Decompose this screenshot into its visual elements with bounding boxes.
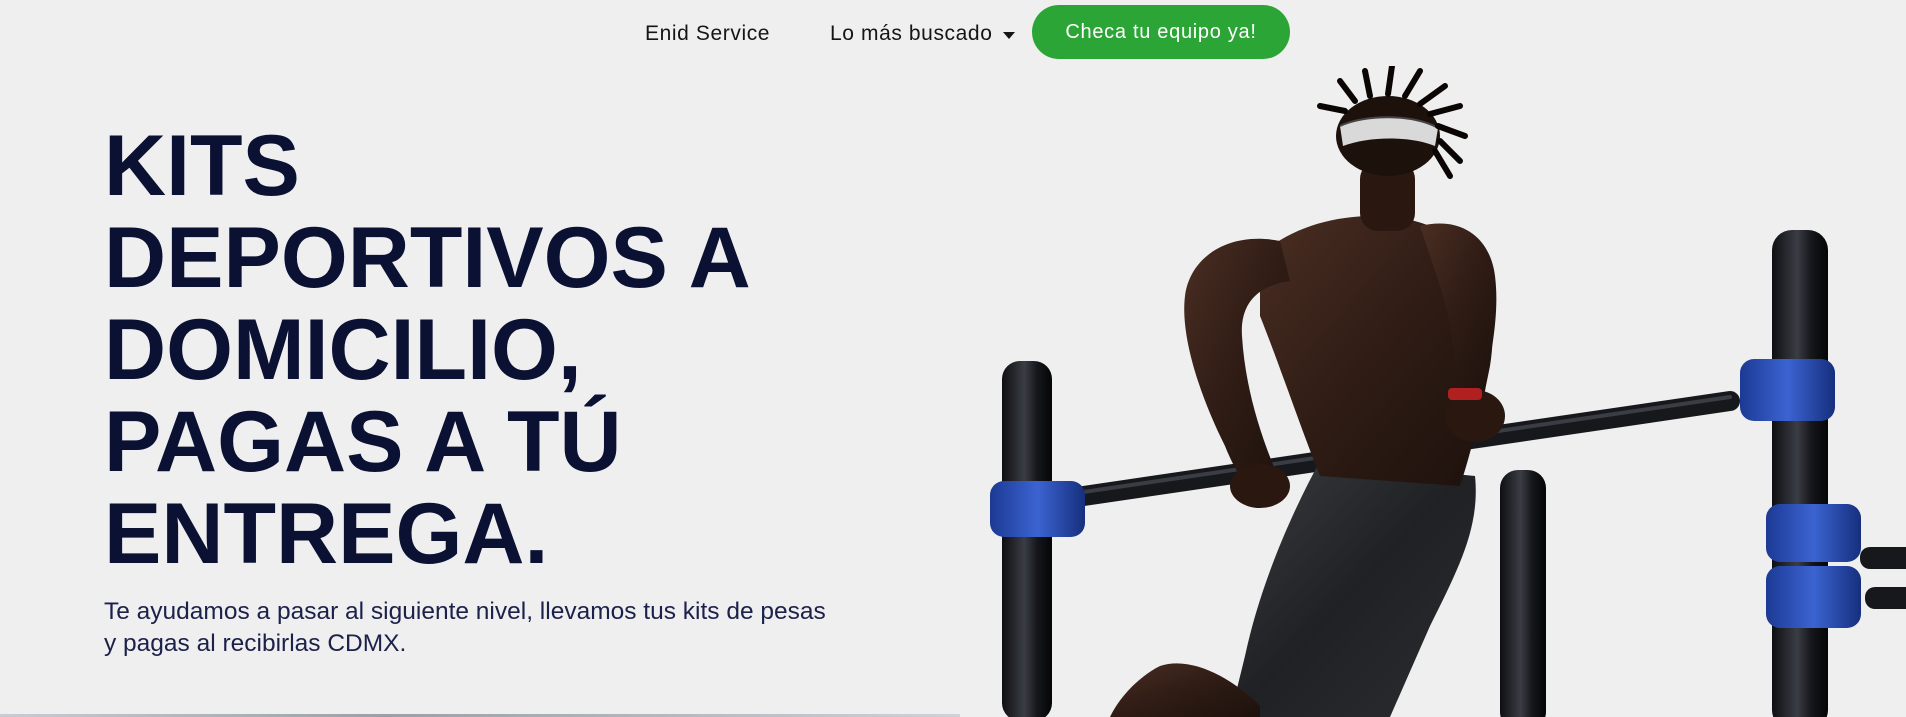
- subcopy-line: y pagas al recibirlas CDMX.: [104, 630, 407, 657]
- nav-dropdown-lo-mas-buscado[interactable]: Lo más buscado: [830, 22, 1015, 46]
- nav-link-enid-service[interactable]: Enid Service: [645, 22, 770, 46]
- headline-line: ENTREGA.: [104, 486, 549, 582]
- nav-dropdown-label: Lo más buscado: [830, 22, 993, 45]
- hero-image-athlete-dips: [960, 66, 1906, 717]
- headline-line: DEPORTIVOS A: [104, 210, 751, 306]
- top-navigation: Enid Service Lo más buscado Checa tu equ…: [0, 0, 1906, 66]
- cta-button[interactable]: Checa tu equipo ya!: [1032, 5, 1290, 59]
- subcopy-line: Te ayudamos a pasar al siguiente nivel, …: [104, 598, 826, 625]
- headline-line: KITS: [104, 118, 300, 214]
- hero-subcopy: Te ayudamos a pasar al siguiente nivel, …: [104, 596, 864, 660]
- headline-line: DOMICILIO,: [104, 302, 582, 398]
- headline-line: PAGAS A TÚ: [104, 394, 622, 490]
- hero-headline: KITS DEPORTIVOS A DOMICILIO, PAGAS A TÚ …: [104, 120, 864, 580]
- chevron-down-icon: [1002, 31, 1015, 39]
- athlete-illustration: [990, 66, 1906, 717]
